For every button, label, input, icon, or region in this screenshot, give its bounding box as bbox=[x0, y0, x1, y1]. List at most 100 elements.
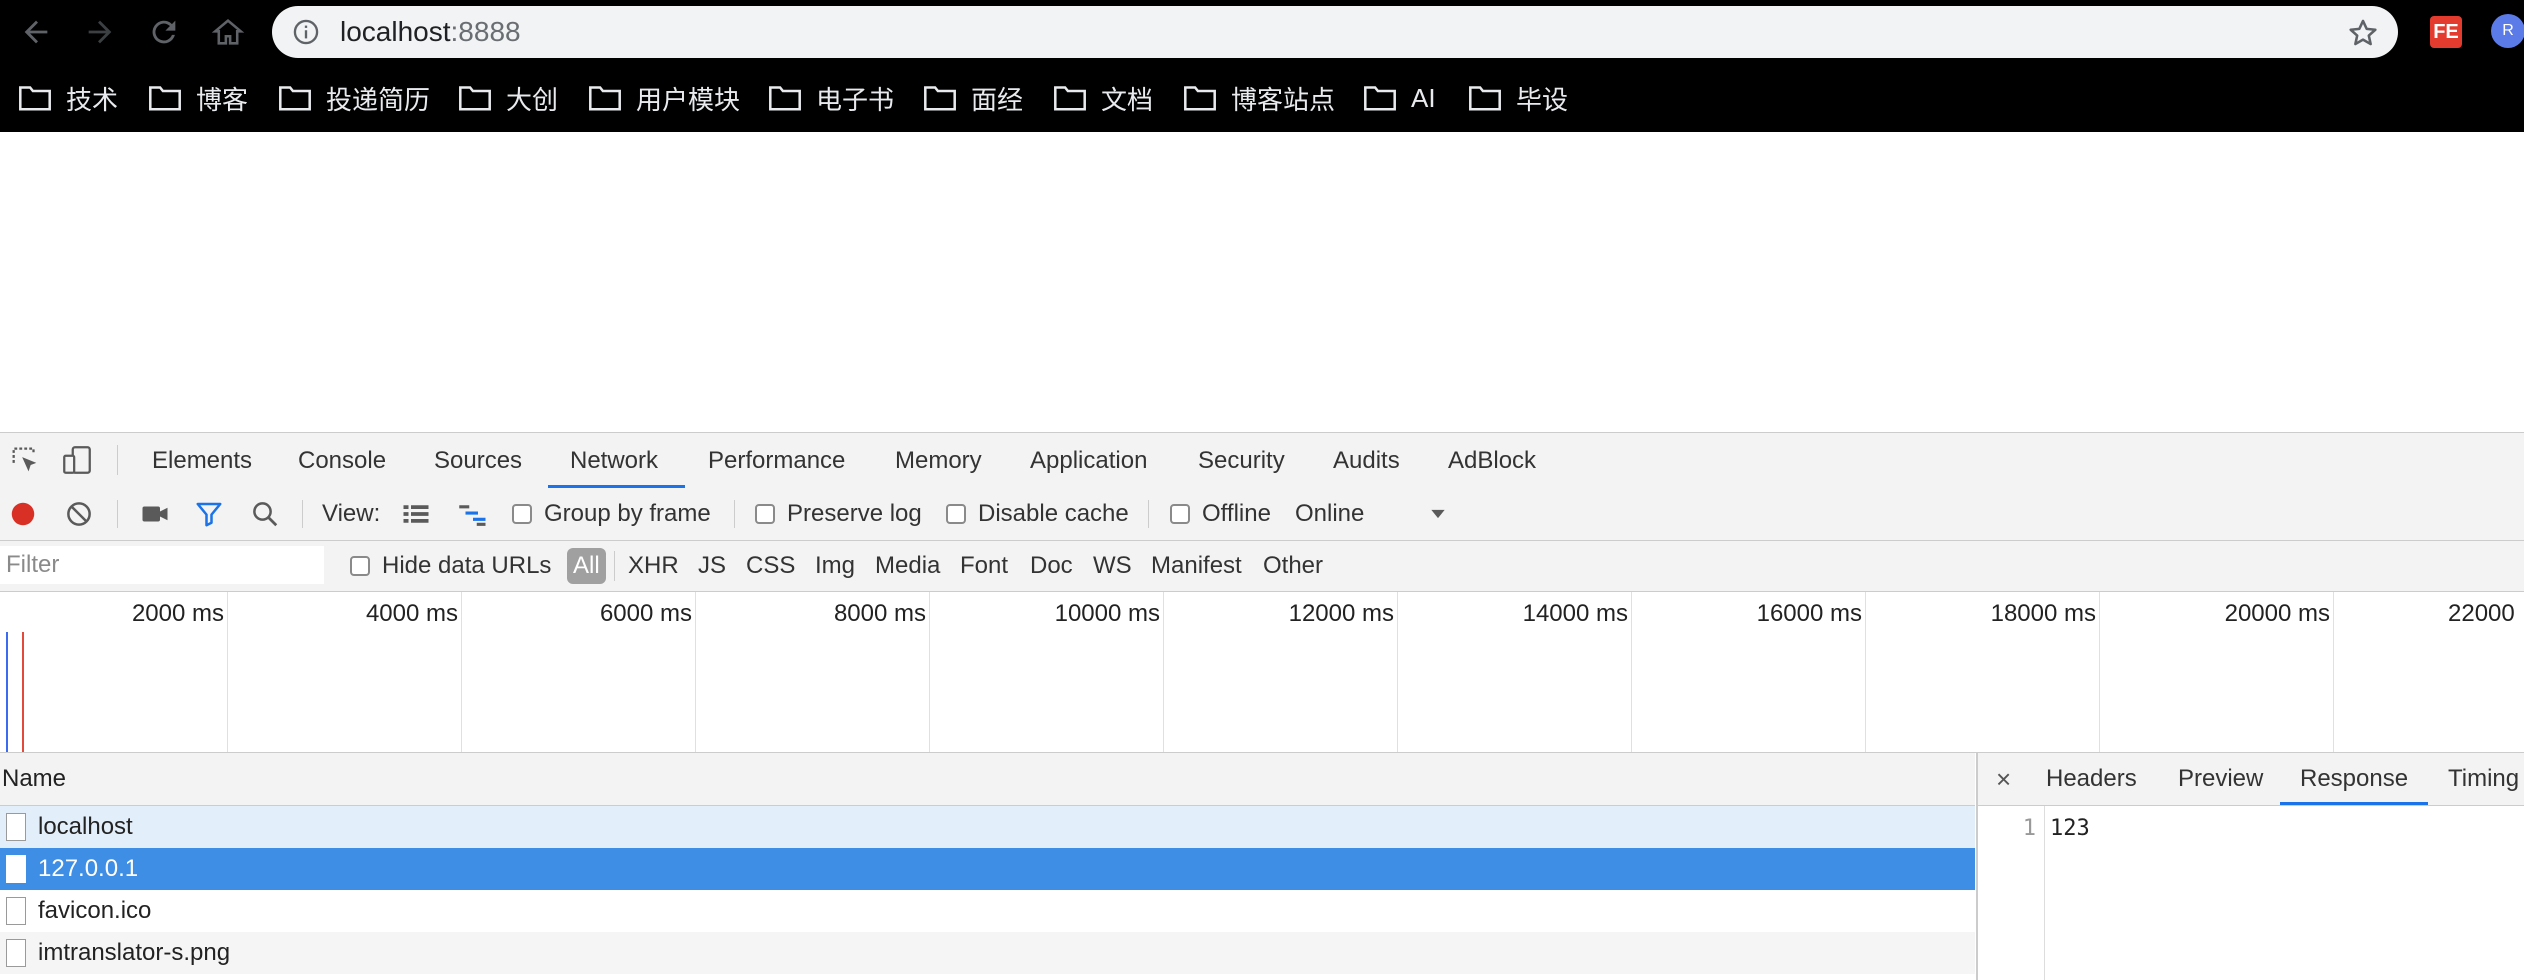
tab-elements[interactable]: Elements bbox=[152, 433, 252, 488]
bookmark-folder[interactable]: 面经 bbox=[923, 78, 1023, 118]
request-table-header[interactable]: Name bbox=[0, 753, 1975, 806]
request-row[interactable]: favicon.ico bbox=[0, 890, 1975, 932]
filter-bar: Hide data URLs All XHR JS CSS Img Media … bbox=[0, 541, 2524, 592]
timeline-tick-label: 8000 ms bbox=[833, 600, 926, 627]
waterfall-view-button[interactable] bbox=[456, 488, 490, 540]
tab-performance[interactable]: Performance bbox=[708, 433, 845, 488]
bookmark-folder[interactable]: 技术 bbox=[18, 78, 118, 118]
filter-type-ws[interactable]: WS bbox=[1093, 541, 1132, 591]
request-row[interactable]: localhost bbox=[0, 806, 1975, 848]
bookmark-label: 文档 bbox=[1101, 84, 1154, 115]
bookmark-folder[interactable]: 博客 bbox=[148, 78, 248, 118]
star-icon[interactable] bbox=[2346, 16, 2380, 50]
column-header-name[interactable]: Name bbox=[2, 753, 66, 805]
tab-application[interactable]: Application bbox=[1030, 433, 1147, 488]
request-row[interactable]: imtranslator-s.png bbox=[0, 932, 1975, 974]
filter-type-img[interactable]: Img bbox=[815, 541, 855, 591]
devtools-tab-bar: Elements Console Sources Network Perform… bbox=[0, 432, 2524, 489]
tab-headers[interactable]: Headers bbox=[2046, 753, 2137, 805]
disable-cache-checkbox[interactable]: Disable cache bbox=[946, 488, 1129, 540]
search-button[interactable] bbox=[250, 488, 280, 540]
tab-security[interactable]: Security bbox=[1198, 433, 1285, 488]
address-bar[interactable]: localhost:8888 bbox=[272, 6, 2398, 58]
device-toolbar-icon[interactable] bbox=[60, 443, 94, 477]
throttling-select[interactable]: Online bbox=[1295, 488, 1448, 540]
bookmarks-bar: 技术 博客 投递简历 大创 用户模块 电子书 面经 文档 博客站点 AI 毕设 bbox=[0, 64, 2524, 132]
inspect-element-icon[interactable] bbox=[8, 443, 42, 477]
back-button[interactable] bbox=[16, 12, 56, 52]
clear-button[interactable] bbox=[64, 488, 94, 540]
request-detail-pane: × Headers Preview Response Timing 1 123 bbox=[1976, 753, 2524, 980]
network-toolbar: View: Group by frame Preserve log Disabl… bbox=[0, 488, 2524, 541]
checkbox[interactable] bbox=[755, 504, 775, 524]
checkbox[interactable] bbox=[1170, 504, 1190, 524]
document-icon bbox=[6, 855, 26, 883]
tab-adblock[interactable]: AdBlock bbox=[1448, 433, 1536, 488]
filter-type-all[interactable]: All bbox=[567, 548, 606, 584]
large-rows-button[interactable] bbox=[400, 488, 432, 540]
preserve-log-checkbox[interactable]: Preserve log bbox=[755, 488, 922, 540]
checkbox[interactable] bbox=[946, 504, 966, 524]
separator bbox=[1148, 500, 1149, 528]
bookmark-folder[interactable]: 电子书 bbox=[768, 78, 894, 118]
bookmark-folder[interactable]: 文档 bbox=[1053, 78, 1153, 118]
tab-preview[interactable]: Preview bbox=[2178, 753, 2263, 805]
bookmark-folder[interactable]: 投递简历 bbox=[278, 78, 430, 118]
filter-type-other[interactable]: Other bbox=[1263, 541, 1323, 591]
tab-timing[interactable]: Timing bbox=[2448, 753, 2519, 805]
bookmark-label: 毕设 bbox=[1516, 84, 1569, 115]
bookmark-label: 投递简历 bbox=[326, 84, 431, 115]
tab-memory[interactable]: Memory bbox=[895, 433, 982, 488]
arrow-right-icon bbox=[88, 20, 112, 44]
tab-console[interactable]: Console bbox=[298, 433, 386, 488]
r-extension-icon[interactable]: R bbox=[2491, 14, 2524, 48]
filter-toggle-button[interactable] bbox=[194, 488, 224, 540]
filter-type-css[interactable]: CSS bbox=[746, 541, 795, 591]
checkbox[interactable] bbox=[512, 504, 532, 524]
filter-icon bbox=[196, 502, 222, 527]
request-row[interactable]: 127.0.0.1 bbox=[0, 848, 1975, 890]
network-overview-timeline[interactable]: 2000 ms 4000 ms 6000 ms 8000 ms 10000 ms… bbox=[0, 592, 2524, 753]
filter-type-media[interactable]: Media bbox=[875, 541, 940, 591]
filter-input[interactable] bbox=[0, 546, 324, 584]
bookmark-folder[interactable]: 毕设 bbox=[1468, 78, 1568, 118]
video-camera-icon bbox=[142, 506, 168, 522]
folder-icon bbox=[1469, 86, 1501, 111]
timeline-tick-label: 18000 ms bbox=[1990, 600, 2096, 627]
response-body[interactable]: 123 bbox=[2050, 816, 2090, 841]
bookmark-folder[interactable]: 博客站点 bbox=[1183, 78, 1335, 118]
reload-button[interactable] bbox=[144, 12, 184, 52]
checkbox[interactable] bbox=[350, 556, 370, 576]
bookmark-folder[interactable]: 大创 bbox=[458, 78, 558, 118]
info-icon[interactable] bbox=[292, 18, 320, 46]
filter-type-js[interactable]: JS bbox=[698, 541, 726, 591]
folder-icon bbox=[1054, 86, 1086, 111]
filter-type-font[interactable]: Font bbox=[960, 541, 1008, 591]
group-by-frame-checkbox[interactable]: Group by frame bbox=[512, 488, 711, 540]
bookmark-folder[interactable]: AI bbox=[1363, 78, 1436, 118]
tab-network[interactable]: Network bbox=[570, 433, 658, 488]
capture-screenshots-button[interactable] bbox=[140, 488, 170, 540]
filter-type-manifest[interactable]: Manifest bbox=[1151, 541, 1242, 591]
fe-extension-icon[interactable]: FE bbox=[2430, 16, 2462, 48]
image-file-icon bbox=[6, 939, 26, 967]
bookmark-folder[interactable]: 用户模块 bbox=[588, 78, 740, 118]
tab-response[interactable]: Response bbox=[2300, 753, 2408, 805]
offline-label: Offline bbox=[1202, 500, 1271, 527]
home-button[interactable] bbox=[208, 12, 248, 52]
browser-toolbar: localhost:8888 FE R bbox=[0, 0, 2524, 64]
filter-type-xhr[interactable]: XHR bbox=[628, 541, 679, 591]
record-button[interactable] bbox=[8, 488, 38, 540]
timeline-tick-label: 16000 ms bbox=[1756, 600, 1862, 627]
tab-sources[interactable]: Sources bbox=[434, 433, 522, 488]
url-port: :8888 bbox=[450, 16, 521, 47]
document-icon bbox=[6, 897, 26, 925]
offline-checkbox[interactable]: Offline bbox=[1170, 488, 1271, 540]
forward-button[interactable] bbox=[80, 12, 120, 52]
document-icon bbox=[6, 813, 26, 841]
clear-icon bbox=[67, 502, 91, 526]
close-detail-button[interactable]: × bbox=[1996, 753, 2011, 805]
tab-audits[interactable]: Audits bbox=[1333, 433, 1400, 488]
filter-type-doc[interactable]: Doc bbox=[1030, 541, 1073, 591]
hide-data-urls-checkbox[interactable]: Hide data URLs bbox=[350, 541, 551, 591]
